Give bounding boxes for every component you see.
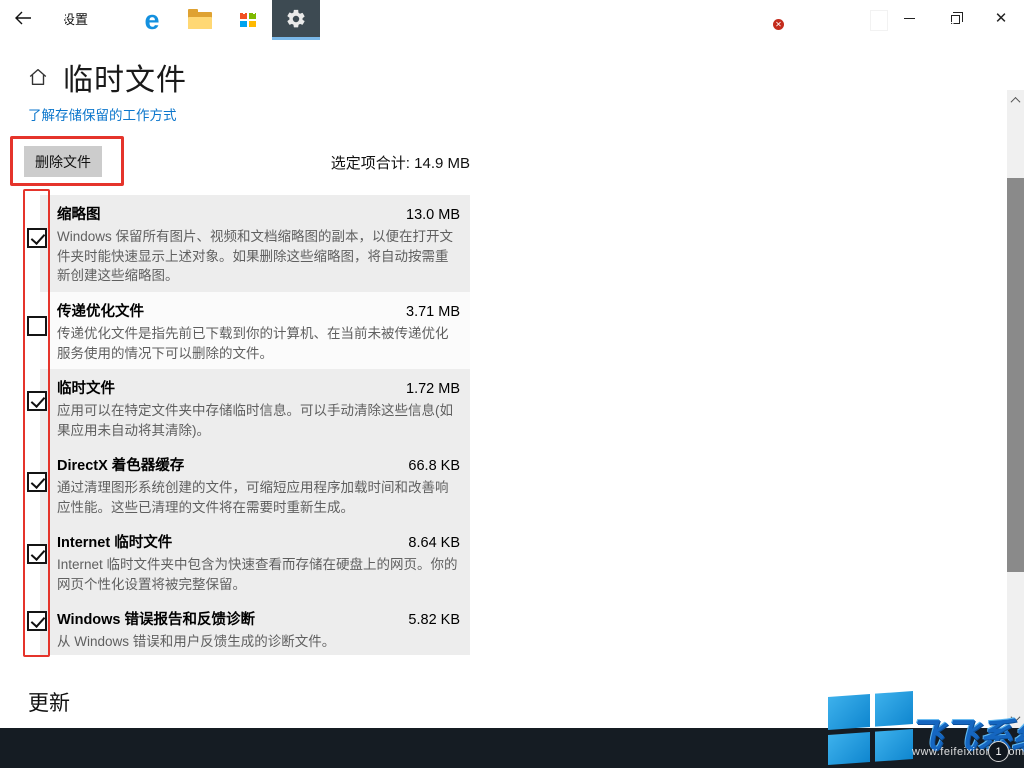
chevron-down-icon: [1011, 712, 1021, 722]
temp-file-row: 传递优化文件 3.71 MB 传递优化文件是指先前已下载到你的计算机、在当前未被…: [40, 292, 470, 369]
item-description: Windows 保留所有图片、视频和文档缩略图的副本，以便在打开文件夹时能快速显…: [57, 227, 460, 286]
pen-tray-icon[interactable]: [786, 0, 812, 40]
chevron-up-icon: [705, 15, 719, 25]
item-checkbox[interactable]: [27, 228, 47, 248]
volume-tray-icon[interactable]: ✕: [756, 0, 784, 40]
ime-pinyin-indicator[interactable]: 拼: [866, 0, 892, 40]
item-name: DirectX 着色器缓存: [57, 454, 184, 475]
item-name: 传递优化文件: [57, 300, 144, 321]
notification-count-badge[interactable]: 1: [988, 741, 1009, 762]
item-header: DirectX 着色器缓存 66.8 KB: [57, 454, 460, 475]
notification-bubble-icon: [971, 11, 991, 29]
temp-file-row: 临时文件 1.72 MB 应用可以在特定文件夹中存储临时信息。可以手动清除这些信…: [40, 369, 470, 446]
edge-browser-button[interactable]: e: [128, 0, 176, 40]
item-header: Windows 错误报告和反馈诊断 5.82 KB: [57, 608, 460, 629]
item-header: Internet 临时文件 8.64 KB: [57, 531, 460, 552]
ime-mode-label: 中: [843, 10, 858, 31]
start-button[interactable]: [32, 0, 80, 40]
item-description: Internet 临时文件夹中包含为快速查看而存储在硬盘上的网页。你的网页个性化…: [57, 555, 460, 594]
selected-total-label: 选定项合计: 14.9 MB: [290, 152, 470, 173]
network-tray-icon[interactable]: [728, 0, 756, 40]
temp-files-list: 缩略图 13.0 MB Windows 保留所有图片、视频和文档缩略图的副本，以…: [40, 195, 470, 655]
item-header: 缩略图 13.0 MB: [57, 203, 460, 224]
temp-file-row: Windows 错误报告和反馈诊断 5.82 KB 从 Windows 错误和用…: [40, 600, 470, 655]
back-arrow-icon: [14, 11, 32, 25]
item-description: 从 Windows 错误和用户反馈生成的诊断文件。: [57, 632, 460, 652]
temp-file-row: 缩略图 13.0 MB Windows 保留所有图片、视频和文档缩略图的副本，以…: [40, 195, 470, 292]
keyboard-icon: [816, 13, 838, 27]
item-header: 临时文件 1.72 MB: [57, 377, 460, 398]
item-description: 通过清理图形系统创建的文件，可缩短应用程序加载时间和改善响应性能。这些已清理的文…: [57, 478, 460, 517]
tray-expand-button[interactable]: [700, 0, 724, 40]
item-checkbox[interactable]: [27, 391, 47, 411]
taskbar: [0, 728, 1024, 768]
taskbar-buttons: e: [32, 0, 320, 40]
page-header: 临时文件: [27, 55, 187, 99]
item-description: 传递优化文件是指先前已下载到你的计算机、在当前未被传递优化服务使用的情况下可以删…: [57, 324, 460, 363]
settings-taskbar-button[interactable]: [272, 0, 320, 40]
chevron-up-icon: [1011, 96, 1021, 106]
item-name: Internet 临时文件: [57, 531, 172, 552]
file-explorer-button[interactable]: [176, 0, 224, 40]
edge-icon: e: [144, 7, 159, 34]
update-section-heading: 更新: [28, 687, 70, 717]
scrollbar-thumb[interactable]: [1007, 178, 1024, 572]
item-size: 1.72 MB: [406, 381, 460, 397]
windows-logo-icon: [47, 11, 65, 29]
action-center-button[interactable]: [968, 0, 994, 40]
pen-icon: [790, 11, 808, 29]
scroll-down-button[interactable]: [1007, 710, 1024, 726]
search-button[interactable]: [80, 0, 128, 40]
home-icon: [27, 66, 49, 88]
item-checkbox[interactable]: [27, 544, 47, 564]
item-header: 传递优化文件 3.71 MB: [57, 300, 460, 321]
learn-more-link[interactable]: 了解存储保留的工作方式: [28, 104, 177, 124]
item-description: 应用可以在特定文件夹中存储临时信息。可以手动清除这些信息(如果应用未自动将其清除…: [57, 401, 460, 440]
item-size: 8.64 KB: [408, 535, 460, 551]
scroll-up-button[interactable]: [1007, 92, 1024, 108]
delete-files-button[interactable]: 删除文件: [24, 146, 102, 177]
settings-window: 设置 ✕ 临时文件 了解存储保留的工作方式 删除文件 选定项合计: 14.9 M…: [0, 0, 1024, 768]
item-checkbox[interactable]: [27, 316, 47, 336]
store-button[interactable]: [224, 0, 272, 40]
ime-language-indicator[interactable]: 中: [838, 0, 864, 40]
item-name: 临时文件: [57, 377, 115, 398]
item-size: 3.71 MB: [406, 304, 460, 320]
search-icon: [99, 15, 110, 26]
speaker-muted-icon: ✕: [761, 12, 779, 28]
clock-date: 2020/9/8: [906, 20, 955, 35]
folder-icon: [188, 12, 212, 29]
temp-file-row: Internet 临时文件 8.64 KB Internet 临时文件夹中包含为…: [40, 523, 470, 600]
vertical-scrollbar[interactable]: [1007, 90, 1024, 728]
gear-icon: [285, 8, 307, 30]
item-name: Windows 错误报告和反馈诊断: [57, 608, 255, 629]
ime-pinyin-label: 拼: [870, 10, 888, 31]
item-size: 5.82 KB: [408, 612, 460, 628]
taskbar-clock[interactable]: 15:46 2020/9/8: [890, 0, 970, 40]
network-icon: [732, 12, 752, 28]
item-size: 66.8 KB: [408, 458, 460, 474]
store-icon: [237, 11, 259, 30]
close-icon: ✕: [995, 11, 1008, 26]
page-title: 临时文件: [63, 55, 187, 99]
item-checkbox[interactable]: [27, 611, 47, 631]
item-name: 缩略图: [57, 203, 101, 224]
temp-file-row: DirectX 着色器缓存 66.8 KB 通过清理图形系统创建的文件，可缩短应…: [40, 446, 470, 523]
clock-time: 15:46: [914, 5, 945, 20]
item-size: 13.0 MB: [406, 207, 460, 223]
item-checkbox[interactable]: [27, 472, 47, 492]
